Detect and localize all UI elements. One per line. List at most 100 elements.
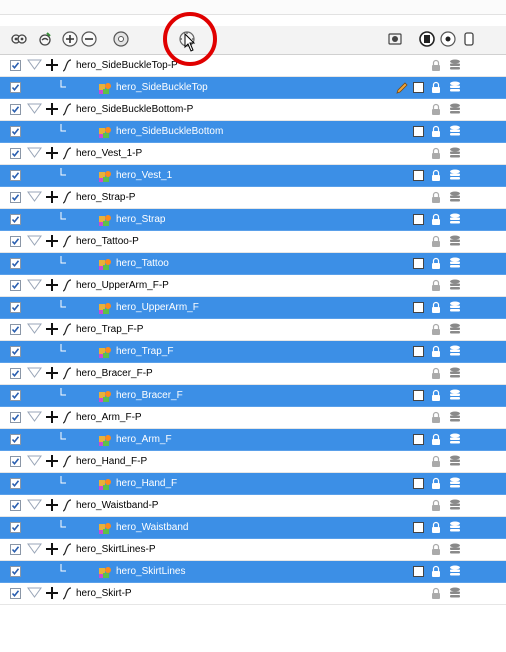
enable-checkbox[interactable] [10,214,21,225]
enable-checkbox[interactable] [10,456,21,467]
database-icon[interactable] [449,499,461,515]
lock-icon[interactable] [431,521,441,537]
enable-checkbox[interactable] [10,192,21,203]
peg-layer-row[interactable]: hero_Hand_F-P [0,451,506,473]
lock-icon[interactable] [431,147,441,163]
expand-triangle-icon[interactable] [27,59,43,74]
drawing-layer-row[interactable]: hero_SideBuckleTop [0,77,506,99]
lock-icon[interactable] [431,279,441,295]
database-icon[interactable] [449,477,461,493]
color-swatch-checkbox[interactable] [413,302,424,313]
database-icon[interactable] [449,147,461,163]
database-icon[interactable] [449,257,461,273]
lock-icon[interactable] [431,59,441,75]
color-swatch-checkbox[interactable] [413,346,424,357]
enable-checkbox[interactable] [10,280,21,291]
expand-triangle-icon[interactable] [27,279,43,294]
enable-checkbox[interactable] [10,390,21,401]
color-swatch-checkbox[interactable] [413,522,424,533]
database-icon[interactable] [449,433,461,449]
lock-icon[interactable] [431,323,441,339]
database-icon[interactable] [449,213,461,229]
display-toggle-icon[interactable] [418,30,436,48]
lock-icon[interactable] [431,565,441,581]
expand-triangle-icon[interactable] [27,587,43,602]
enable-checkbox[interactable] [10,82,21,93]
peg-layer-row[interactable]: hero_Skirt-P [0,583,506,605]
enable-checkbox[interactable] [10,500,21,511]
lock-icon[interactable] [431,499,441,515]
lock-icon[interactable] [431,367,441,383]
enable-checkbox[interactable] [10,104,21,115]
enable-checkbox[interactable] [10,60,21,71]
enable-checkbox[interactable] [10,126,21,137]
lock-icon[interactable] [431,213,441,229]
remove-layer-icon[interactable] [80,30,98,48]
peg-layer-row[interactable]: hero_UpperArm_F-P [0,275,506,297]
database-icon[interactable] [449,455,461,471]
color-swatch-checkbox[interactable] [413,390,424,401]
database-icon[interactable] [449,125,461,141]
expand-triangle-icon[interactable] [27,411,43,426]
database-icon[interactable] [449,279,461,295]
lock-icon[interactable] [431,103,441,119]
lock-icon[interactable] [431,433,441,449]
database-icon[interactable] [449,345,461,361]
enable-checkbox[interactable] [10,368,21,379]
expand-triangle-icon[interactable] [27,367,43,382]
enable-checkbox[interactable] [10,302,21,313]
drawing-layer-row[interactable]: hero_Bracer_F [0,385,506,407]
peg-layer-row[interactable]: hero_Arm_F-P [0,407,506,429]
lock-icon[interactable] [431,389,441,405]
expand-triangle-icon[interactable] [27,191,43,206]
peg-layer-row[interactable]: hero_Bracer_F-P [0,363,506,385]
show-all-icon[interactable] [10,30,28,48]
expand-triangle-icon[interactable] [27,147,43,162]
database-icon[interactable] [449,521,461,537]
enable-checkbox[interactable] [10,544,21,555]
enable-all-icon[interactable] [386,30,404,48]
lock-icon[interactable] [431,191,441,207]
lock-icon[interactable] [431,125,441,141]
peg-layer-row[interactable]: hero_Trap_F-P [0,319,506,341]
lock-icon[interactable] [431,169,441,185]
enable-checkbox[interactable] [10,258,21,269]
drawing-layer-row[interactable]: hero_Strap [0,209,506,231]
lock-icon[interactable] [431,477,441,493]
color-swatch-checkbox[interactable] [413,126,424,137]
database-icon[interactable] [449,103,461,119]
peg-layer-row[interactable]: hero_SideBuckleTop-P [0,55,506,77]
database-icon[interactable] [449,543,461,559]
lock-icon[interactable] [431,345,441,361]
peg-layer-row[interactable]: hero_Vest_1-P [0,143,506,165]
drawing-layer-row[interactable]: hero_Waistband [0,517,506,539]
color-swatch-checkbox[interactable] [413,566,424,577]
expand-triangle-icon[interactable] [27,323,43,338]
peg-layer-row[interactable]: hero_Tattoo-P [0,231,506,253]
hide-all-icon[interactable] [36,30,54,48]
database-icon[interactable] [449,169,461,185]
peg-layer-row[interactable]: hero_SideBuckleBottom-P [0,99,506,121]
color-swatch-checkbox[interactable] [413,170,424,181]
database-icon[interactable] [449,301,461,317]
drawing-layer-row[interactable]: hero_SkirtLines [0,561,506,583]
color-swatch-checkbox[interactable] [413,478,424,489]
enable-checkbox[interactable] [10,148,21,159]
database-icon[interactable] [449,191,461,207]
drawing-layer-row[interactable]: hero_Tattoo [0,253,506,275]
database-icon[interactable] [449,323,461,339]
expand-triangle-icon[interactable] [27,455,43,470]
record-icon[interactable] [439,30,457,48]
lock-all-icon[interactable] [460,30,478,48]
color-swatch-checkbox[interactable] [413,82,424,93]
enable-checkbox[interactable] [10,566,21,577]
add-peg-icon[interactable] [112,30,130,48]
lock-icon[interactable] [431,587,441,603]
enable-checkbox[interactable] [10,522,21,533]
database-icon[interactable] [449,367,461,383]
database-icon[interactable] [449,565,461,581]
color-swatch-checkbox[interactable] [413,434,424,445]
expand-triangle-icon[interactable] [27,103,43,118]
lock-icon[interactable] [431,81,441,97]
lock-icon[interactable] [431,543,441,559]
